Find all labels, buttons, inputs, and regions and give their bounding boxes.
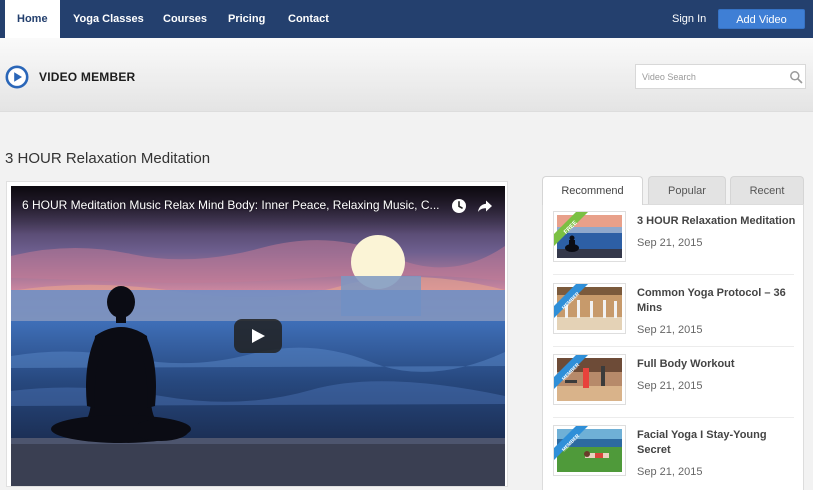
top-navigation-bar: Home Yoga Classes Courses Pricing Contac… bbox=[0, 0, 813, 38]
list-item[interactable]: MEMBER Facial Yoga I Stay-Young Secret S… bbox=[553, 419, 794, 489]
search-icon[interactable] bbox=[789, 70, 803, 84]
video-thumbnail[interactable]: MEMBER bbox=[553, 354, 626, 405]
badge-ribbon: MEMBER bbox=[554, 426, 588, 460]
share-icon[interactable] bbox=[477, 198, 493, 214]
nav-item-yoga-classes[interactable]: Yoga Classes bbox=[61, 0, 156, 38]
clock-icon[interactable] bbox=[451, 198, 467, 214]
video-thumbnail[interactable]: MEMBER bbox=[553, 425, 626, 476]
page-title: 3 HOUR Relaxation Meditation bbox=[5, 150, 211, 167]
list-item[interactable]: MEMBER Full Body Workout Sep 21, 2015 bbox=[553, 348, 794, 418]
item-title[interactable]: Facial Yoga I Stay-Young Secret bbox=[637, 428, 797, 458]
list-item[interactable]: MEMBER Common Yoga Protocol – 36 Mins Se… bbox=[553, 277, 794, 347]
badge-ribbon: MEMBER bbox=[554, 355, 588, 389]
item-title[interactable]: 3 HOUR Relaxation Meditation bbox=[637, 214, 797, 229]
item-date: Sep 21, 2015 bbox=[637, 380, 703, 392]
badge-label: FREE bbox=[563, 220, 579, 236]
play-icon bbox=[252, 329, 265, 343]
badge-ribbon: FREE bbox=[554, 212, 588, 246]
tab-recommend[interactable]: Recommend bbox=[542, 176, 643, 205]
tab-popular[interactable]: Popular bbox=[648, 176, 726, 204]
sidebar-video-list: FREE 3 HOUR Relaxation Meditation Sep 21… bbox=[542, 204, 804, 490]
tab-recent[interactable]: Recent bbox=[730, 176, 804, 204]
item-date: Sep 21, 2015 bbox=[637, 237, 703, 249]
video-player[interactable]: 6 HOUR Meditation Music Relax Mind Body:… bbox=[11, 186, 505, 486]
video-search-input[interactable] bbox=[642, 65, 780, 88]
play-button[interactable] bbox=[234, 319, 282, 353]
video-thumbnail[interactable]: MEMBER bbox=[553, 283, 626, 334]
video-player-frame: 6 HOUR Meditation Music Relax Mind Body:… bbox=[6, 181, 508, 487]
item-title[interactable]: Full Body Workout bbox=[637, 357, 797, 372]
item-date: Sep 21, 2015 bbox=[637, 466, 703, 478]
add-video-button[interactable]: Add Video bbox=[718, 9, 805, 29]
video-title[interactable]: 6 HOUR Meditation Music Relax Mind Body:… bbox=[22, 198, 440, 212]
sign-in-link[interactable]: Sign In bbox=[664, 0, 714, 38]
nav-item-contact[interactable]: Contact bbox=[276, 0, 341, 38]
item-title[interactable]: Common Yoga Protocol – 36 Mins bbox=[637, 286, 797, 316]
play-circle-logo-icon bbox=[5, 65, 29, 89]
logo-text: VIDEO MEMBER bbox=[39, 70, 136, 84]
nav-item-pricing[interactable]: Pricing bbox=[216, 0, 277, 38]
video-thumbnail[interactable]: FREE bbox=[553, 211, 626, 262]
list-item[interactable]: FREE 3 HOUR Relaxation Meditation Sep 21… bbox=[553, 205, 797, 275]
nav-item-courses[interactable]: Courses bbox=[151, 0, 219, 38]
nav-item-home[interactable]: Home bbox=[5, 0, 60, 38]
item-date: Sep 21, 2015 bbox=[637, 324, 703, 336]
badge-ribbon: MEMBER bbox=[554, 284, 588, 318]
video-search-box bbox=[635, 64, 806, 89]
